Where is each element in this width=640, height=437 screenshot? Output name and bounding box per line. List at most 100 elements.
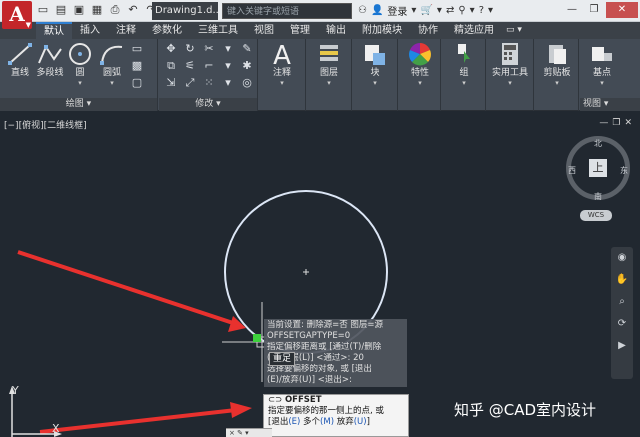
tab-collaborate[interactable]: 协作: [410, 22, 446, 39]
tab-annotate[interactable]: 注释: [108, 22, 144, 39]
zoom-icon[interactable]: ⌕: [615, 295, 629, 309]
scale-icon[interactable]: ⤢: [183, 76, 197, 90]
explode-icon[interactable]: ✱: [240, 59, 254, 73]
clipboard-tool[interactable]: 剪贴板 ▾: [539, 41, 575, 87]
circle-tool[interactable]: 圆 ▾: [62, 41, 98, 87]
wcs-menu[interactable]: WCS: [580, 210, 612, 221]
tab-3d-tools[interactable]: 三维工具: [190, 22, 246, 39]
tab-view[interactable]: 视图: [246, 22, 282, 39]
option-undo[interactable]: (U): [354, 417, 367, 427]
command-input-bar[interactable]: × ✎ ▾: [226, 428, 272, 437]
account-icon[interactable]: ⚲: [458, 5, 465, 16]
chevron-down-icon[interactable]: ▾: [470, 5, 475, 16]
chevron-down-icon[interactable]: ▾: [94, 79, 130, 87]
annotation-tool[interactable]: A 注释 ▾: [264, 41, 300, 87]
copy-icon[interactable]: ⧉: [164, 59, 178, 73]
cart-icon[interactable]: 🛒: [420, 5, 432, 16]
base-point-tool[interactable]: 基点 ▾: [584, 41, 620, 87]
new-icon[interactable]: ▭: [36, 3, 50, 17]
tab-overflow-button[interactable]: ▭ ▾: [502, 22, 526, 39]
offset-icon[interactable]: ◎: [240, 76, 254, 90]
title-bar: ▭ ▤ ▣ ▦ ⎙ ↶ ↷ Drawing1.d... 键入关键字或短语 ⚇ 👤…: [0, 0, 640, 22]
options-suffix: ]: [366, 417, 370, 427]
viewcube-top-face[interactable]: 上: [589, 159, 607, 177]
erase-icon[interactable]: ✎: [240, 42, 254, 56]
viewcube-north[interactable]: 北: [594, 138, 602, 149]
boundary-icon[interactable]: ▢: [130, 76, 144, 90]
tab-manage[interactable]: 管理: [282, 22, 318, 39]
application-menu-button[interactable]: A ▼: [2, 1, 32, 29]
chevron-down-icon[interactable]: ▾: [221, 76, 235, 90]
view-panel-title[interactable]: 视图 ▾: [580, 98, 640, 111]
undo-icon[interactable]: ↶: [126, 3, 140, 17]
layers-tool[interactable]: 图层 ▾: [311, 41, 347, 87]
draw-panel: 直线 多段线 圆 ▾ 圆弧 ▾ ▭ ▩ ▢ 绘图 ▾: [0, 39, 158, 111]
exchange-icon[interactable]: ⇄: [446, 5, 454, 16]
restore-icon[interactable]: ❐: [584, 2, 604, 18]
trim-icon[interactable]: ✂: [202, 42, 216, 56]
orbit-icon[interactable]: ⟳: [615, 317, 629, 331]
navigation-bar: ◉ ✋ ⌕ ⟳ ▶: [611, 247, 633, 379]
viewcube-west[interactable]: 西: [568, 165, 576, 176]
help-icon[interactable]: ?: [479, 5, 484, 16]
chevron-down-icon[interactable]: ▾: [221, 42, 235, 56]
close-icon[interactable]: ✕: [606, 2, 638, 18]
open-icon[interactable]: ▤: [54, 3, 68, 17]
chevron-down-icon[interactable]: ▾: [311, 79, 347, 87]
groups-label: 组: [459, 68, 469, 78]
print-icon[interactable]: ⎙: [108, 3, 122, 17]
block-tool[interactable]: 块 ▾: [357, 41, 393, 87]
drawing-canvas[interactable]: [0, 112, 640, 437]
groups-tool[interactable]: 组 ▾: [446, 41, 482, 87]
saveas-icon[interactable]: ▦: [90, 3, 104, 17]
chevron-down-icon[interactable]: ▾: [539, 79, 575, 87]
chevron-down-icon[interactable]: ▾: [264, 79, 300, 87]
mirror-icon[interactable]: ⚟: [183, 59, 197, 73]
viewcube-south[interactable]: 南: [594, 191, 602, 202]
chevron-down-icon[interactable]: ▾: [488, 5, 493, 16]
modify-panel-title[interactable]: 修改 ▾: [159, 98, 257, 111]
tab-output[interactable]: 输出: [318, 22, 354, 39]
chevron-down-icon[interactable]: ▾: [492, 79, 528, 87]
pan-icon[interactable]: ✋: [615, 273, 629, 287]
viewcube-east[interactable]: 东: [620, 165, 628, 176]
search-input[interactable]: 键入关键字或短语: [222, 3, 352, 19]
option-exit[interactable]: (E): [288, 417, 300, 427]
utilities-tool[interactable]: 实用工具 ▾: [492, 41, 528, 87]
chevron-down-icon[interactable]: ▾: [411, 5, 416, 16]
chevron-down-icon[interactable]: ▾: [221, 59, 235, 73]
showmotion-icon[interactable]: ▶: [615, 339, 629, 353]
user-icon[interactable]: 👤: [371, 5, 383, 16]
chevron-down-icon[interactable]: ▾: [437, 5, 442, 16]
grip-marker[interactable]: [253, 334, 261, 342]
draw-panel-title[interactable]: 绘图 ▾: [0, 98, 157, 111]
tab-featured-apps[interactable]: 精选应用: [446, 22, 502, 39]
option-multiple[interactable]: (M): [320, 417, 334, 427]
command-line-panel[interactable]: ⊂⊃ OFFSET 指定要偏移的那一侧上的点, 或 [退出(E) 多个(M) 放…: [263, 394, 409, 437]
stretch-icon[interactable]: ⇲: [164, 76, 178, 90]
chevron-down-icon[interactable]: ▾: [402, 79, 438, 87]
tab-addins[interactable]: 附加模块: [354, 22, 410, 39]
arc-tool[interactable]: 圆弧 ▾: [94, 41, 130, 87]
binoculars-icon[interactable]: ⚇: [358, 5, 367, 16]
login-button[interactable]: 登录: [387, 3, 407, 18]
move-icon[interactable]: ✥: [164, 42, 178, 56]
properties-tool[interactable]: 特性 ▾: [402, 41, 438, 87]
hatch-icon[interactable]: ▩: [130, 59, 144, 73]
drawing-viewport[interactable]: [−][俯视][二维线框] — ❐ ✕ Y X 上 北 南 西 东 WCS ◉ …: [0, 112, 640, 437]
tab-insert[interactable]: 插入: [72, 22, 108, 39]
rectangle-icon[interactable]: ▭: [130, 42, 144, 56]
chevron-down-icon[interactable]: ▾: [357, 79, 393, 87]
fillet-icon[interactable]: ⌐: [202, 59, 216, 73]
command-options-line: [退出(E) 多个(M) 放弃(U)]: [268, 417, 408, 428]
chevron-down-icon[interactable]: ▾: [446, 79, 482, 87]
tab-home[interactable]: 默认: [36, 22, 72, 39]
save-icon[interactable]: ▣: [72, 3, 86, 17]
array-icon[interactable]: ⁙: [202, 76, 216, 90]
tab-parametric[interactable]: 参数化: [144, 22, 190, 39]
minimize-icon[interactable]: —: [562, 2, 582, 18]
steering-wheel-icon[interactable]: ◉: [615, 251, 629, 265]
rotate-icon[interactable]: ↻: [183, 42, 197, 56]
chevron-down-icon[interactable]: ▾: [584, 79, 620, 87]
chevron-down-icon[interactable]: ▾: [62, 79, 98, 87]
